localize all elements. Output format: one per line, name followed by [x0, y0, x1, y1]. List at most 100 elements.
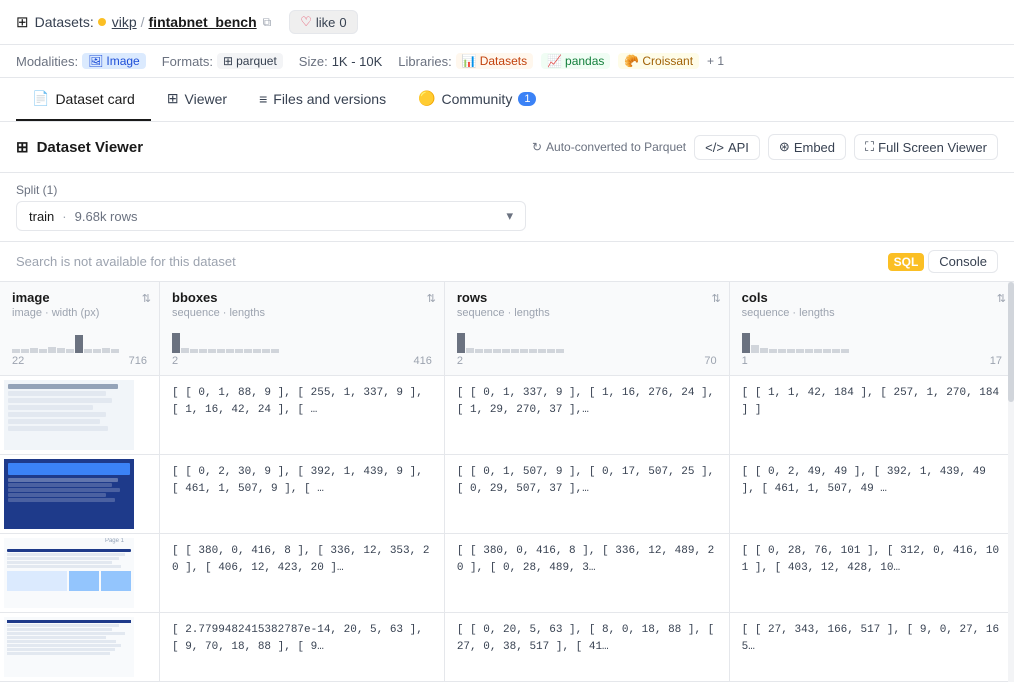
formats-label: Formats: [162, 54, 213, 69]
cols-text-3: [ [ 0, 28, 76, 101 ], [ 312, 0, 416, 101… [742, 545, 999, 574]
split-name: train [29, 209, 54, 224]
dataset-card-icon: 📄 [32, 90, 49, 107]
col-type-rows: sequence · lengths [457, 307, 717, 319]
split-label: Split (1) [16, 183, 998, 197]
tab-dataset-card[interactable]: 📄 Dataset card [16, 78, 151, 121]
lib-plus-badge: + 1 [707, 54, 724, 68]
data-table: image image · width (px) [0, 282, 1014, 682]
split-rows: 9.68k rows [75, 209, 138, 224]
split-selector: Split (1) train · 9.68k rows ▾ [0, 173, 1014, 242]
search-placeholder: Search is not available for this dataset [16, 254, 236, 269]
embed-button[interactable]: ⊛ Embed [768, 134, 846, 160]
meta-formats: Formats: ⊞ parquet [162, 53, 283, 69]
modalities-label: Modalities: [16, 54, 78, 69]
like-button[interactable]: ♡ like 0 [289, 10, 357, 34]
fullscreen-button[interactable]: ⛶ Full Screen Viewer [854, 134, 998, 160]
bboxes-text-2: [ [ 0, 2, 30, 9 ], [ 392, 1, 439, 9 ], [… [172, 466, 423, 495]
cols-cell-4: [ [ 27, 343, 166, 517 ], [ 9, 0, 27, 165… [729, 613, 1014, 682]
meta-modalities: Modalities: 🖼 Image [16, 53, 146, 69]
pandas-icon: 📈 [547, 54, 562, 68]
bboxes-cell-2: [ [ 0, 2, 30, 9 ], [ 392, 1, 439, 9 ], [… [160, 455, 445, 534]
cols-text-2: [ [ 0, 2, 49, 49 ], [ 392, 1, 439, 49 ],… [742, 466, 986, 495]
tab-viewer[interactable]: ⊞ Viewer [151, 78, 243, 121]
data-table-container: image image · width (px) [0, 282, 1014, 682]
rows-cell-4: [ [ 0, 20, 5, 63 ], [ 8, 0, 18, 88 ], [ … [444, 613, 729, 682]
viewer-title: ⊞ Dataset Viewer [16, 138, 143, 156]
bboxes-text-4: [ 2.7799482415382787e-14, 20, 5, 63 ], [… [172, 624, 423, 653]
image-preview-3: Page 1 [4, 538, 134, 608]
breadcrumb-user[interactable]: vikp [112, 14, 137, 30]
embed-label: Embed [794, 140, 835, 155]
rows-text-4: [ [ 0, 20, 5, 63 ], [ 8, 0, 18, 88 ], [ … [457, 624, 714, 653]
sort-icon-rows[interactable]: ⇅ [711, 292, 720, 305]
embed-icon: ⊛ [779, 139, 790, 155]
heart-icon: ♡ [300, 14, 312, 30]
image-preview-4 [4, 617, 134, 677]
breadcrumb-repo[interactable]: fintabnet_bench [149, 14, 257, 30]
scrollbar-thumb[interactable] [1008, 282, 1014, 402]
libraries-label: Libraries: [398, 54, 451, 69]
viewer-title-icon: ⊞ [16, 138, 29, 156]
col-type-bboxes: sequence · lengths [172, 307, 432, 319]
top-bar: ⊞ Datasets: vikp / fintabnet_bench ⧉ ♡ l… [0, 0, 1014, 45]
auto-converted-link[interactable]: ↻ Auto-converted to Parquet [532, 140, 686, 154]
cols-cell-2: [ [ 0, 2, 49, 49 ], [ 392, 1, 439, 49 ],… [729, 455, 1014, 534]
rows-text-2: [ [ 0, 1, 507, 9 ], [ 0, 17, 507, 25 ], … [457, 466, 714, 495]
col-range-cols: 1 17 [742, 355, 1002, 367]
image-cell-1 [0, 376, 160, 455]
fullscreen-label: Full Screen Viewer [878, 140, 987, 155]
sort-icon-bboxes[interactable]: ⇅ [427, 292, 436, 305]
col-name-image: image [12, 290, 147, 305]
image-cell-3: Page 1 [0, 534, 160, 613]
breadcrumb: Datasets: vikp / fintabnet_bench [35, 14, 257, 30]
image-cell-2 [0, 455, 160, 534]
col-type-cols: sequence · lengths [742, 307, 1002, 319]
split-dropdown[interactable]: train · 9.68k rows ▾ [16, 201, 526, 231]
viewer-title-text: Dataset Viewer [37, 139, 143, 156]
bboxes-cell-4: [ 2.7799482415382787e-14, 20, 5, 63 ], [… [160, 613, 445, 682]
col-range-rows: 2 70 [457, 355, 717, 367]
tab-bar: 📄 Dataset card ⊞ Viewer ≡ Files and vers… [0, 78, 1014, 122]
table-row: [ [ 0, 1, 88, 9 ], [ 255, 1, 337, 9 ], [… [0, 376, 1014, 455]
rows-cell-1: [ [ 0, 1, 337, 9 ], [ 1, 16, 276, 24 ], … [444, 376, 729, 455]
rows-cell-3: [ [ 380, 0, 416, 8 ], [ 336, 12, 489, 20… [444, 534, 729, 613]
api-button[interactable]: </> API [694, 135, 760, 160]
breadcrumb-slash: / [141, 14, 145, 30]
like-count: 0 [339, 15, 346, 30]
bboxes-cell-3: [ [ 380, 0, 416, 8 ], [ 336, 12, 353, 20… [160, 534, 445, 613]
cols-text-4: [ [ 27, 343, 166, 517 ], [ 9, 0, 27, 165… [742, 624, 999, 653]
parquet-icon: ⊞ [223, 54, 233, 68]
format-parquet-badge: ⊞ parquet [217, 53, 283, 69]
tab-viewer-label: Viewer [185, 91, 228, 107]
viewer-section: ⊞ Dataset Viewer ↻ Auto-converted to Par… [0, 122, 1014, 682]
col-header-bboxes: bboxes sequence · lengths [160, 282, 445, 376]
col-range-bboxes: 2 416 [172, 355, 432, 367]
rows-text-3: [ [ 380, 0, 416, 8 ], [ 336, 12, 489, 20… [457, 545, 714, 574]
col-hist-cols [742, 323, 1002, 353]
copy-icon[interactable]: ⧉ [263, 15, 272, 30]
datasets-grid-icon: ⊞ [16, 13, 29, 31]
meta-libraries: Libraries: 📊 Datasets 📈 pandas 🥐 Croissa… [398, 53, 724, 69]
sort-icon-image[interactable]: ⇅ [142, 292, 151, 305]
tab-community[interactable]: 🟡 Community 1 [402, 78, 552, 121]
bboxes-cell-1: [ [ 0, 1, 88, 9 ], [ 255, 1, 337, 9 ], [… [160, 376, 445, 455]
search-bar: Search is not available for this dataset… [0, 242, 1014, 282]
col-header-rows: rows sequence · lengths [444, 282, 729, 376]
modality-image-badge: 🖼 Image [82, 53, 146, 69]
lib-croissant-badge: 🥐 Croissant [618, 53, 699, 69]
col-name-bboxes: bboxes [172, 290, 432, 305]
viewer-header: ⊞ Dataset Viewer ↻ Auto-converted to Par… [0, 122, 1014, 173]
user-dot [98, 18, 106, 26]
cols-cell-1: [ [ 1, 1, 42, 184 ], [ 257, 1, 270, 184 … [729, 376, 1014, 455]
chevron-down-icon: ▾ [506, 208, 513, 224]
sort-icon-cols[interactable]: ⇅ [997, 292, 1006, 305]
tab-files-versions[interactable]: ≡ Files and versions [243, 79, 402, 121]
meta-bar: Modalities: 🖼 Image Formats: ⊞ parquet S… [0, 45, 1014, 78]
bboxes-text-1: [ [ 0, 1, 88, 9 ], [ 255, 1, 337, 9 ], [… [172, 387, 423, 416]
col-header-image: image image · width (px) [0, 282, 160, 376]
console-button[interactable]: Console [928, 250, 998, 273]
scrollbar[interactable] [1008, 282, 1014, 682]
viewer-icon: ⊞ [167, 90, 179, 107]
viewer-actions: ↻ Auto-converted to Parquet </> API ⊛ Em… [532, 134, 998, 160]
like-label: like [316, 15, 336, 30]
